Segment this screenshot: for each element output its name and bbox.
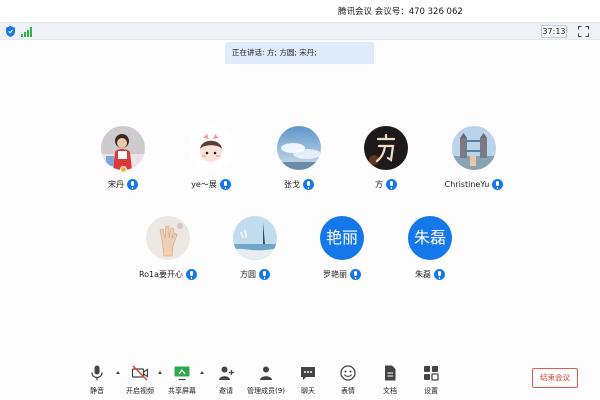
participant-name: Ro1a要开心: [138, 270, 184, 279]
share-options-caret-icon[interactable]: [200, 371, 204, 374]
microphone-icon[interactable]: [350, 269, 361, 280]
network-signal-icon[interactable]: [21, 26, 33, 37]
info-bar: 37:13: [0, 22, 600, 40]
microphone-icon[interactable]: [186, 269, 198, 280]
host-badge: [120, 166, 127, 173]
participant-name-row: 张戈: [249, 179, 349, 190]
share-screen-icon: [174, 366, 190, 381]
participant-name-row: Ro1a要开心: [118, 269, 218, 280]
participant-name-row: 罗艳丽: [292, 269, 392, 280]
photo-tower-bridge-icon: [452, 126, 496, 170]
microphone-icon[interactable]: [259, 269, 270, 280]
fullscreen-icon[interactable]: [578, 26, 589, 37]
participant-tile[interactable]: 方圆: [205, 216, 305, 286]
participant-tile[interactable]: 张戈: [249, 126, 349, 196]
security-shield-icon[interactable]: [6, 26, 15, 37]
chat-icon: [301, 367, 315, 380]
microphone-icon[interactable]: [303, 179, 314, 190]
participant-name-row: 方: [336, 179, 436, 190]
speaking-banner: 正在讲话: 方; 方圆; 宋丹;: [225, 42, 374, 64]
meeting-toolbar: 静音 开启视频 共享屏幕 邀请 管理成员(9) 聊天 表情 文档 设置 结束会议: [0, 360, 600, 400]
participant-name: 罗艳丽: [323, 270, 347, 279]
participant-name-row: 朱磊: [380, 269, 480, 280]
add-person-icon: [219, 366, 234, 380]
participant-name: 朱磊: [415, 270, 431, 279]
meeting-timer: 37:13: [541, 25, 567, 38]
participant-name-row: 方圆: [205, 269, 305, 280]
photo-hand-icon: [146, 216, 190, 260]
microphone-icon[interactable]: [219, 179, 231, 190]
participant-tile[interactable]: ChristineYu: [424, 126, 524, 196]
document-icon: [385, 365, 396, 381]
participant-tile[interactable]: 朱磊 朱磊: [380, 216, 480, 286]
participant-name: 宋丹: [108, 180, 124, 189]
participant-name: 方: [375, 180, 383, 189]
participant-name: 方圆: [240, 270, 256, 279]
participant-name-row: 宋丹: [73, 179, 173, 190]
participant-tile[interactable]: 宋丹: [73, 126, 173, 196]
photo-sky-icon: [277, 126, 321, 170]
settings-button[interactable]: 设置: [411, 364, 451, 398]
text-avatar: 艳丽: [320, 216, 364, 260]
participant-name-row: ChristineYu: [424, 179, 524, 190]
participant-tile[interactable]: Ro1a要开心: [118, 216, 218, 286]
meeting-title: 腾讯会议 会议号：470 326 062: [338, 7, 463, 17]
microphone-icon: [91, 365, 103, 381]
photo-dark-text-icon: [364, 126, 408, 170]
photo-cartoon-icon: [189, 126, 233, 170]
smiley-icon: [340, 365, 356, 381]
settings-label: 设置: [424, 387, 438, 395]
participant-name-row: ye～展: [161, 179, 261, 190]
microphone-icon[interactable]: [434, 269, 445, 280]
meeting-window: 腾讯会议 会议号：470 326 062 37:13 正在讲话: 方; 方圆; …: [0, 0, 600, 400]
text-avatar: 朱磊: [408, 216, 452, 260]
apps-grid-icon: [424, 366, 439, 381]
microphone-icon[interactable]: [127, 179, 138, 190]
end-meeting-button[interactable]: 结束会议: [532, 368, 578, 388]
participant-tile[interactable]: ye～展: [161, 126, 261, 196]
participant-tile[interactable]: 艳丽 罗艳丽: [292, 216, 392, 286]
microphone-icon[interactable]: [386, 179, 397, 190]
video-off-icon: [131, 365, 149, 381]
photo-girl-icon: [101, 126, 145, 170]
participant-name: ye～展: [191, 180, 217, 189]
microphone-icon[interactable]: [492, 179, 504, 190]
members-icon: [260, 366, 272, 380]
participant-name: 张戈: [284, 180, 300, 189]
participant-tile[interactable]: 方: [336, 126, 436, 196]
title-bar: 腾讯会议 会议号：470 326 062: [0, 0, 600, 22]
photo-seaside-icon: [233, 216, 277, 260]
participant-name: ChristineYu: [444, 180, 490, 189]
